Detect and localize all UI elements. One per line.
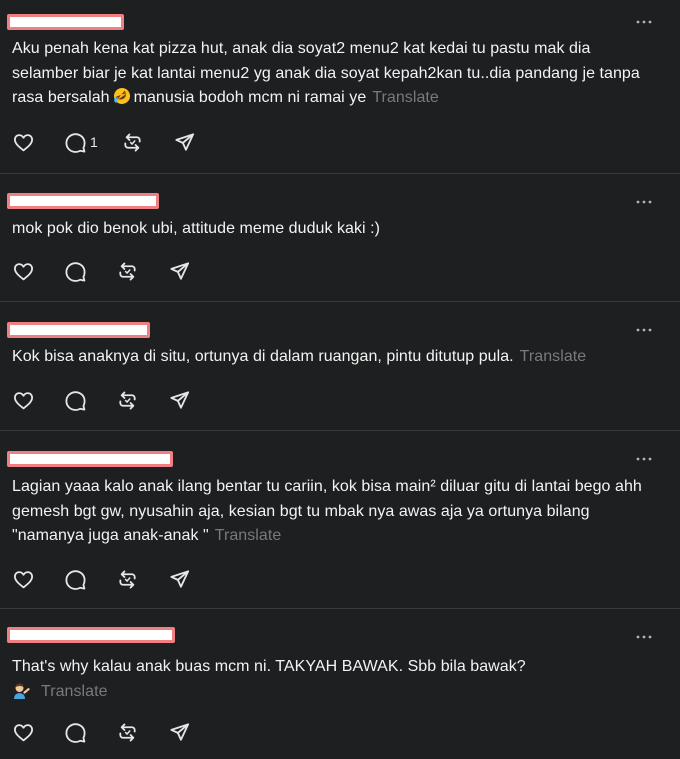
send-icon xyxy=(168,721,191,744)
post-3: Kok bisa anaknya di situ, ortunya di dal… xyxy=(0,302,680,431)
send-icon xyxy=(168,260,191,283)
reply-button[interactable] xyxy=(64,721,87,744)
translate-link[interactable]: Translate xyxy=(41,683,108,700)
repost-icon xyxy=(116,568,139,591)
redacted-username xyxy=(7,627,175,643)
like-button[interactable] xyxy=(12,568,35,591)
post-text-main: Kok bisa anaknya di situ, ortunya di dal… xyxy=(12,348,514,365)
post-actions xyxy=(12,720,220,744)
translate-link[interactable]: Translate xyxy=(520,348,587,365)
comment-icon xyxy=(64,389,87,412)
more-options-icon[interactable] xyxy=(636,199,652,205)
person-tipping-hand-emoji-icon xyxy=(12,681,30,699)
comment-icon xyxy=(64,568,87,591)
like-button[interactable] xyxy=(12,389,35,412)
send-icon xyxy=(173,131,196,154)
post-text-main: That's why kalau anak buas mcm ni. TAKYA… xyxy=(12,658,526,675)
redacted-username xyxy=(7,322,150,338)
post-4: Lagian yaaa kalo anak ilang bentar tu ca… xyxy=(0,431,680,609)
post-text-main: mok pok dio benok ubi, attitude meme dud… xyxy=(12,220,381,237)
post-text: Kok bisa anaknya di situ, ortunya di dal… xyxy=(12,345,660,370)
repost-button[interactable] xyxy=(116,389,139,412)
post-2: mok pok dio benok ubi, attitude meme dud… xyxy=(0,174,680,302)
post-text: Aku penah kena kat pizza hut, anak dia s… xyxy=(12,37,660,111)
heart-icon xyxy=(12,568,35,591)
post-text-main: Lagian yaaa kalo anak ilang bentar tu ca… xyxy=(12,478,642,544)
share-button[interactable] xyxy=(168,721,191,744)
like-button[interactable] xyxy=(12,721,35,744)
share-button[interactable] xyxy=(168,568,191,591)
reply-button[interactable]: 1 xyxy=(64,131,98,154)
post-actions xyxy=(12,259,220,283)
like-button[interactable] xyxy=(12,260,35,283)
reply-button[interactable] xyxy=(64,389,87,412)
post-actions: 1 xyxy=(12,130,225,154)
post-text: Lagian yaaa kalo anak ilang bentar tu ca… xyxy=(12,475,660,549)
post-text-end: manusia bodoh mcm ni ramai ye xyxy=(133,89,367,106)
repost-icon xyxy=(116,721,139,744)
post-5: That's why kalau anak buas mcm ni. TAKYA… xyxy=(0,609,680,759)
reply-button[interactable] xyxy=(64,260,87,283)
share-button[interactable] xyxy=(173,131,196,154)
repost-button[interactable] xyxy=(121,131,144,154)
repost-button[interactable] xyxy=(116,721,139,744)
heart-icon xyxy=(12,131,35,154)
reply-button[interactable] xyxy=(64,568,87,591)
heart-icon xyxy=(12,260,35,283)
comment-icon xyxy=(64,260,87,283)
share-button[interactable] xyxy=(168,260,191,283)
more-options-icon[interactable] xyxy=(636,634,652,640)
heart-icon xyxy=(12,721,35,744)
more-options-icon[interactable] xyxy=(636,19,652,25)
send-icon xyxy=(168,389,191,412)
post-text: mok pok dio benok ubi, attitude meme dud… xyxy=(12,217,660,242)
more-options-icon[interactable] xyxy=(636,456,652,462)
repost-icon xyxy=(121,131,144,154)
share-button[interactable] xyxy=(168,389,191,412)
comment-icon xyxy=(64,131,87,154)
rolling-laughing-emoji-icon xyxy=(113,87,131,105)
translate-link[interactable]: Translate xyxy=(215,527,282,544)
translate-link[interactable]: Translate xyxy=(372,89,439,106)
send-icon xyxy=(168,568,191,591)
post-actions xyxy=(12,388,220,412)
comment-icon xyxy=(64,721,87,744)
redacted-username xyxy=(7,451,173,467)
repost-icon xyxy=(116,389,139,412)
repost-icon xyxy=(116,260,139,283)
redacted-username xyxy=(7,193,159,209)
post-actions xyxy=(12,567,220,591)
repost-button[interactable] xyxy=(116,568,139,591)
repost-button[interactable] xyxy=(116,260,139,283)
reply-count: 1 xyxy=(90,134,98,150)
post-1: Aku penah kena kat pizza hut, anak dia s… xyxy=(0,0,680,174)
redacted-username xyxy=(7,14,124,30)
more-options-icon[interactable] xyxy=(636,327,652,333)
heart-icon xyxy=(12,389,35,412)
like-button[interactable] xyxy=(12,131,35,154)
post-text: That's why kalau anak buas mcm ni. TAKYA… xyxy=(12,655,660,704)
